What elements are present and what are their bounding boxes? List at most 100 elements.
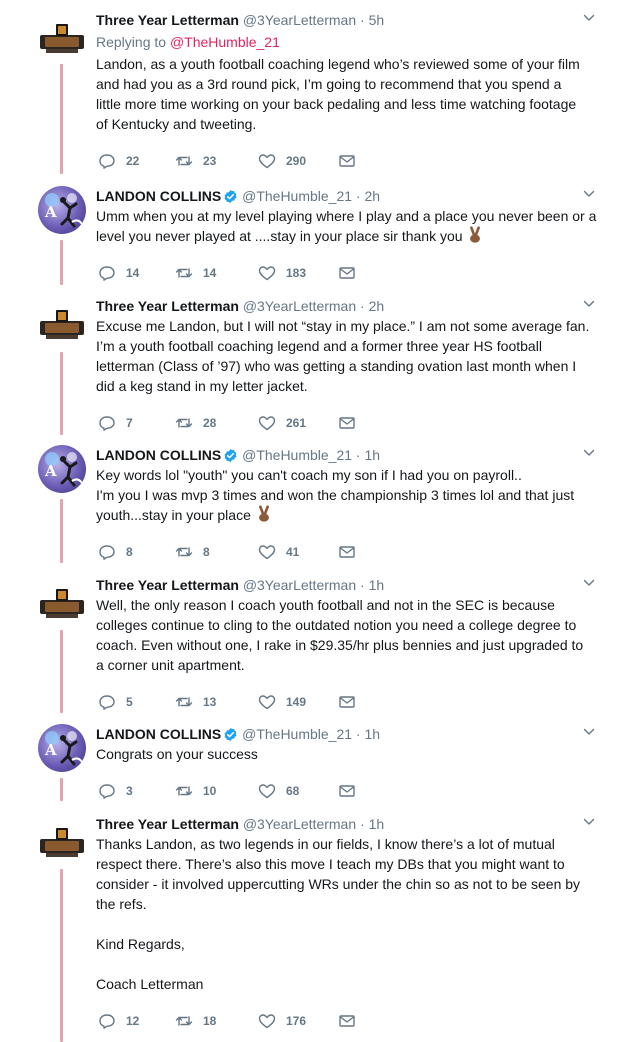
- retweet-button[interactable]: 10: [175, 781, 235, 801]
- tweet-text-line: colleges continue to cling to the outdat…: [96, 615, 601, 635]
- avatar[interactable]: [38, 820, 86, 868]
- reply-icon: [99, 154, 115, 169]
- reply-button[interactable]: 5: [98, 692, 158, 712]
- reply-button[interactable]: 7: [98, 413, 158, 433]
- username[interactable]: @TheHumble_21: [242, 188, 352, 204]
- envelope-icon: [339, 267, 355, 279]
- avatar[interactable]: [38, 581, 86, 629]
- timestamp[interactable]: 1h: [369, 577, 385, 593]
- thread-line: [60, 499, 63, 563]
- tweet-text-line: [96, 954, 601, 974]
- dm-button[interactable]: [338, 542, 398, 562]
- like-button[interactable]: 41: [258, 542, 318, 562]
- dm-button[interactable]: [338, 781, 398, 801]
- username[interactable]: @3YearLetterman: [243, 12, 356, 28]
- tweet-text-segment: letterman (Class of ’97) who was getting…: [96, 358, 577, 374]
- display-name[interactable]: Three Year Letterman: [96, 577, 239, 593]
- username[interactable]: @3YearLetterman: [243, 816, 356, 832]
- like-button[interactable]: 183: [258, 263, 318, 283]
- dm-button[interactable]: [338, 692, 398, 712]
- timestamp[interactable]: 1h: [365, 726, 381, 742]
- display-name[interactable]: LANDON COLLINS: [96, 726, 221, 742]
- reply-count: 3: [126, 784, 133, 798]
- username[interactable]: @3YearLetterman: [243, 577, 356, 593]
- display-name[interactable]: LANDON COLLINS: [96, 447, 221, 463]
- tweet-actions: 12 18 176: [98, 1011, 398, 1031]
- timestamp[interactable]: 5h: [369, 12, 385, 28]
- retweet-button[interactable]: 23: [175, 151, 235, 171]
- svg-text:A: A: [44, 741, 57, 759]
- timestamp[interactable]: 2h: [365, 188, 381, 204]
- retweet-button[interactable]: 14: [175, 263, 235, 283]
- retweet-button[interactable]: 8: [175, 542, 235, 562]
- avatar[interactable]: [38, 16, 86, 64]
- chevron-down-icon[interactable]: [583, 577, 595, 589]
- retweet-icon: [175, 547, 193, 557]
- timestamp[interactable]: 1h: [365, 447, 381, 463]
- like-button[interactable]: 290: [258, 151, 318, 171]
- chevron-down-icon[interactable]: [583, 188, 595, 200]
- dm-button[interactable]: [338, 263, 398, 283]
- mention-link[interactable]: @TheHumble_21: [170, 34, 280, 50]
- tweet-text-line: Thanks Landon, as two legends in our fie…: [96, 834, 601, 854]
- tweet-text-line: Coach Letterman: [96, 974, 601, 994]
- separator-dot: ·: [352, 447, 365, 463]
- tweet-text-line: Congrats on your success: [96, 744, 601, 764]
- tweet-header: LANDON COLLINS @TheHumble_21 · 2h: [96, 186, 596, 206]
- like-button[interactable]: 149: [258, 692, 318, 712]
- avatar[interactable]: A: [38, 445, 86, 493]
- avatar[interactable]: [38, 302, 86, 350]
- like-button[interactable]: 68: [258, 781, 318, 801]
- thread-line: [60, 869, 63, 1042]
- retweet-button[interactable]: 28: [175, 413, 235, 433]
- username[interactable]: @TheHumble_21: [242, 447, 352, 463]
- like-button[interactable]: 261: [258, 413, 318, 433]
- retweet-button[interactable]: 18: [175, 1011, 235, 1031]
- dm-button[interactable]: [338, 151, 398, 171]
- tweet-text-segment: Landon, as a youth football coaching leg…: [96, 56, 580, 72]
- tweet-text-line: and had you as a 3rd round pick, I’m goi…: [96, 74, 601, 94]
- avatar[interactable]: A: [38, 724, 86, 772]
- tweet-text-segment: Umm when you at my level playing where I…: [96, 208, 597, 224]
- reply-button[interactable]: 14: [98, 263, 158, 283]
- like-button[interactable]: 176: [258, 1011, 318, 1031]
- reply-count: 12: [126, 1014, 140, 1028]
- like-count: 176: [286, 1014, 307, 1028]
- reply-icon: [99, 416, 115, 431]
- reply-button[interactable]: 3: [98, 781, 158, 801]
- username[interactable]: @3YearLetterman: [243, 298, 356, 314]
- display-name[interactable]: Three Year Letterman: [96, 298, 239, 314]
- retweet-button[interactable]: 13: [175, 692, 235, 712]
- timestamp[interactable]: 1h: [369, 816, 385, 832]
- display-name[interactable]: LANDON COLLINS: [96, 188, 221, 204]
- chevron-down-icon[interactable]: [583, 298, 595, 310]
- username[interactable]: @TheHumble_21: [242, 726, 352, 742]
- retweet-count: 8: [203, 545, 210, 559]
- chevron-down-icon[interactable]: [583, 12, 595, 24]
- heart-icon: [258, 266, 276, 281]
- reply-count: 14: [126, 266, 140, 280]
- timestamp[interactable]: 2h: [369, 298, 385, 314]
- tweet-text-segment: and had you as a 3rd round pick, I’m goi…: [96, 76, 562, 92]
- envelope-icon: [339, 696, 355, 708]
- chevron-down-icon[interactable]: [583, 726, 595, 738]
- display-name[interactable]: Three Year Letterman: [96, 816, 239, 832]
- chevron-down-icon[interactable]: [583, 447, 595, 459]
- avatar[interactable]: A: [38, 186, 86, 234]
- reply-button[interactable]: 12: [98, 1011, 158, 1031]
- reply-button[interactable]: 8: [98, 542, 158, 562]
- dm-button[interactable]: [338, 413, 398, 433]
- display-name[interactable]: Three Year Letterman: [96, 12, 239, 28]
- dm-button[interactable]: [338, 1011, 398, 1031]
- tweet-text-segment: a corner unit apartment.: [96, 657, 245, 673]
- victory-hand-emoji: [258, 505, 269, 522]
- heart-icon: [258, 154, 276, 169]
- thread-line: [60, 778, 63, 801]
- chevron-down-icon[interactable]: [583, 816, 595, 828]
- reply-button[interactable]: 22: [98, 151, 158, 171]
- tweet-text-segment: Kind Regards,: [96, 936, 185, 952]
- retweet-count: 14: [203, 266, 217, 280]
- replying-label: Replying to: [96, 34, 167, 50]
- reply-icon: [99, 695, 115, 710]
- tweet-text-line: the refs.: [96, 894, 601, 914]
